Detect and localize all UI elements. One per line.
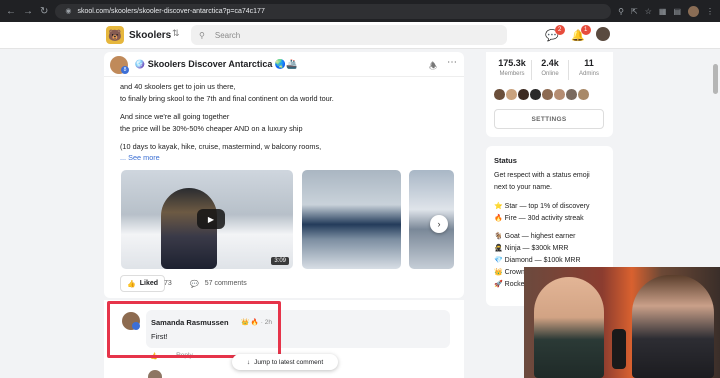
notifications-badge: 1 xyxy=(580,25,591,35)
status-item: 🚀 Rocket xyxy=(494,281,527,288)
scrollbar-thumb[interactable] xyxy=(713,64,718,94)
url-text: skool.com/skoolers/skooler-discover-anta… xyxy=(77,7,265,15)
group-switcher-icon[interactable]: ⇅ xyxy=(172,28,180,39)
post-title: 🪩 Skoolers Discover Antarctica 🌏🚢 xyxy=(134,59,298,69)
status-item: 👑 Crown xyxy=(494,269,525,276)
chat-icon[interactable]: 💬 2 xyxy=(545,25,565,42)
stat-value: 175.3k xyxy=(498,58,526,68)
status-intro: Get respect with a status emoji xyxy=(494,172,590,179)
status-item: 💎 Diamond — $100k MRR xyxy=(494,257,581,264)
author-level-badge: 8 xyxy=(121,66,129,74)
next-comment-avatar[interactable] xyxy=(148,370,162,378)
jump-label: Jump to latest comment xyxy=(254,358,324,366)
browser-toolbar: ← → ↻ ◉ skool.com/skoolers/skooler-disco… xyxy=(0,0,720,22)
post-card: 8 🪩 Skoolers Discover Antarctica 🌏🚢 🕭 ⋯ … xyxy=(104,52,464,298)
back-icon[interactable]: ← xyxy=(6,6,16,17)
status-item: 🥷 Ninja — $300k MRR xyxy=(494,245,569,252)
presenter-right xyxy=(632,275,714,378)
arrow-down-icon: ↓ xyxy=(246,358,251,366)
member-avatar[interactable] xyxy=(518,89,529,100)
stat-value: 2.4k xyxy=(541,58,559,68)
sidebar-icon[interactable]: ▤ xyxy=(673,7,681,16)
reload-icon[interactable]: ↻ xyxy=(40,6,48,17)
browser-menu-icon[interactable]: ⋮ xyxy=(706,7,714,16)
post-body-line: And since we're all going together xyxy=(120,112,230,121)
thumbs-up-icon: 👍 xyxy=(127,280,136,288)
stat-online[interactable]: 2.4k Online xyxy=(536,58,564,77)
member-avatar[interactable] xyxy=(506,89,517,100)
play-icon[interactable]: ▶ xyxy=(197,209,225,229)
post-body-line: and 40 skoolers get to join us there, xyxy=(120,82,236,91)
stat-value: 11 xyxy=(584,58,594,68)
status-item: 🔥 Fire — 30d activity streak xyxy=(494,215,584,222)
post-actions: 👍 Liked 73 💬 57 comments xyxy=(104,275,464,296)
notifications-icon[interactable]: 🔔 1 xyxy=(571,25,591,42)
status-title: Status xyxy=(494,156,517,165)
comments-count[interactable]: 💬 57 comments xyxy=(190,280,247,288)
stat-admins[interactable]: 11 Admins xyxy=(574,58,604,77)
group-stats-card: 175.3k Members 2.4k Online 11 Admins SET… xyxy=(486,52,613,137)
status-item: 🐐 Goat — highest earner xyxy=(494,233,576,240)
settings-button[interactable]: SETTINGS xyxy=(494,109,604,129)
extensions-icon[interactable]: ▦ xyxy=(659,7,667,16)
comment-icon: 💬 xyxy=(190,281,199,288)
member-avatar[interactable] xyxy=(578,89,589,100)
comment-highlight-box xyxy=(107,301,281,358)
like-label: Liked xyxy=(139,280,159,287)
browser-profile-avatar[interactable] xyxy=(688,5,699,17)
stat-divider xyxy=(531,60,532,80)
video-duration: 3:09 xyxy=(271,257,289,265)
carousel-next-icon[interactable]: › xyxy=(430,215,448,233)
search-input[interactable]: ⚲ Search xyxy=(191,25,507,45)
share-icon[interactable]: ⇱ xyxy=(631,7,638,16)
microphone xyxy=(612,329,626,369)
jump-to-latest-button[interactable]: ↓ Jump to latest comment xyxy=(232,354,338,370)
address-bar[interactable]: ◉ skool.com/skoolers/skooler-discover-an… xyxy=(55,3,612,19)
more-options-icon[interactable]: ⋯ xyxy=(447,57,457,68)
member-avatar[interactable] xyxy=(542,89,553,100)
webcam-overlay xyxy=(524,267,720,378)
member-avatar[interactable] xyxy=(554,89,565,100)
comments-label: 57 comments xyxy=(204,280,247,287)
ship-image[interactable] xyxy=(302,170,401,269)
status-intro: next to your name. xyxy=(494,184,552,191)
group-name[interactable]: Skoolers xyxy=(129,30,171,41)
search-icon: ⚲ xyxy=(199,30,205,40)
post-bell-icon[interactable]: 🕭 xyxy=(429,59,437,75)
video-thumbnail[interactable]: ▶ 3:09 xyxy=(121,170,293,269)
app-header: 🐻 Skoolers ⇅ ⚲ Search 💬 2 🔔 1 xyxy=(0,22,720,49)
search-placeholder: Search xyxy=(214,30,241,40)
member-avatar[interactable] xyxy=(494,89,505,100)
see-more-link[interactable]: ... See more xyxy=(120,153,160,162)
zoom-icon[interactable]: ⚲ xyxy=(618,7,624,16)
stat-divider xyxy=(568,60,569,80)
stat-label: Members xyxy=(499,71,525,77)
stat-label: Online xyxy=(541,71,559,77)
status-item: ⭐ Star — top 1% of discovery xyxy=(494,203,590,210)
post-body-line: to finally bring skool to the 7th and fi… xyxy=(120,94,334,103)
user-avatar[interactable] xyxy=(596,27,610,41)
member-avatar[interactable] xyxy=(566,89,577,100)
stat-members[interactable]: 175.3k Members xyxy=(496,58,528,77)
like-count[interactable]: 73 xyxy=(164,280,172,287)
group-logo[interactable]: 🐻 xyxy=(106,26,124,44)
stat-label: Admins xyxy=(578,71,599,77)
member-avatars[interactable] xyxy=(494,89,589,100)
member-avatar[interactable] xyxy=(530,89,541,100)
post-body-line: (10 days to kayak, hike, cruise, masterm… xyxy=(120,142,322,151)
site-info-icon[interactable]: ◉ xyxy=(65,7,71,15)
like-button[interactable]: 👍 Liked xyxy=(120,275,166,292)
bookmark-icon[interactable]: ☆ xyxy=(645,7,652,16)
post-header: 8 🪩 Skoolers Discover Antarctica 🌏🚢 🕭 ⋯ xyxy=(104,52,464,77)
forward-icon[interactable]: → xyxy=(23,6,33,17)
post-body-line: the price will be 30%-50% cheaper AND on… xyxy=(120,124,303,133)
presenter-left xyxy=(534,277,604,378)
chat-badge: 2 xyxy=(554,25,565,35)
